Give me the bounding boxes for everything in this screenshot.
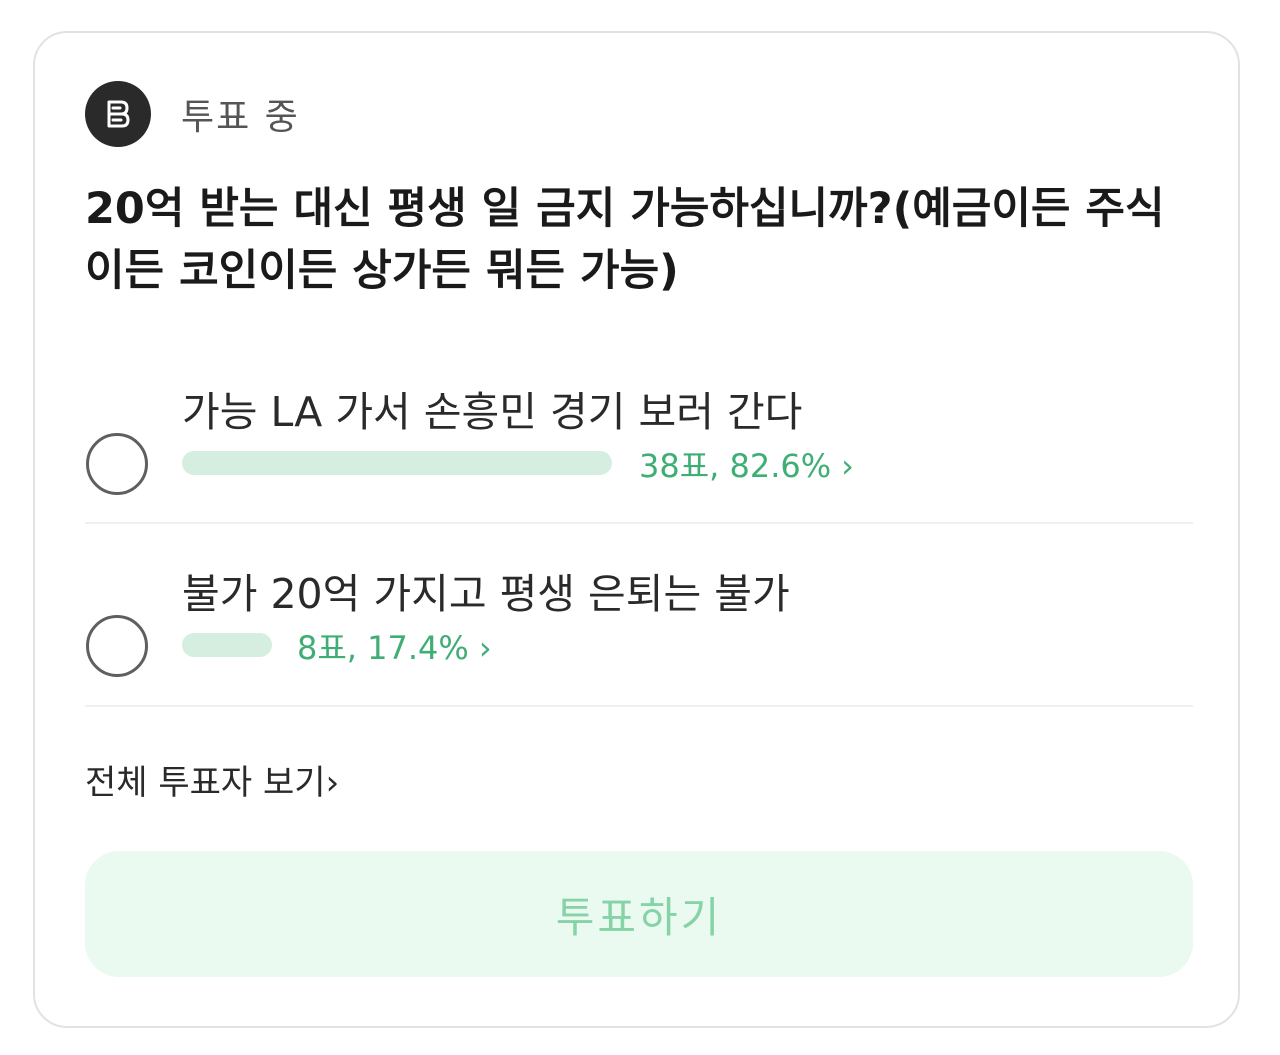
option-1-label: 가능 LA 가서 손흥민 경기 보러 간다 (182, 388, 803, 436)
poll-option-1[interactable]: 가능 LA 가서 손흥민 경기 보러 간다 38표, 82.6% › (35, 363, 1242, 513)
poll-question: 20억 받는 대신 평생 일 금지 가능하십니까?(예금이든 주식이든 코인이든… (85, 184, 1165, 296)
divider (85, 705, 1193, 707)
vote-button[interactable]: 투표하기 (85, 851, 1193, 977)
poll-header: 투표 중 (85, 81, 300, 147)
chevron-right-icon: › (841, 447, 854, 485)
poll-badge-icon (85, 81, 151, 147)
poll-status: 투표 중 (181, 97, 300, 138)
option-1-result-bar (182, 451, 612, 475)
option-1-result-text: 38표, 82.6% (639, 447, 832, 485)
poll-card: 투표 중 20억 받는 대신 평생 일 금지 가능하십니까?(예금이든 주식이든… (33, 31, 1240, 1028)
option-2-result-bar (182, 633, 272, 657)
divider (85, 522, 1193, 524)
option-2-label: 불가 20억 가지고 평생 은퇴는 불가 (182, 570, 790, 618)
option-2-radio[interactable] (86, 615, 148, 677)
option-1-radio[interactable] (86, 433, 148, 495)
option-2-result-text: 8표, 17.4% (297, 629, 469, 667)
option-2-result[interactable]: 8표, 17.4% › (297, 623, 492, 669)
view-all-voters-link[interactable]: 전체 투표자 보기› (85, 755, 339, 804)
poll-option-2[interactable]: 불가 20억 가지고 평생 은퇴는 불가 8표, 17.4% › (35, 545, 1242, 695)
chevron-right-icon: › (478, 629, 492, 667)
chevron-right-icon: › (325, 763, 340, 803)
view-all-voters-label: 전체 투표자 보기 (85, 763, 326, 803)
option-1-result[interactable]: 38표, 82.6% › (639, 441, 854, 487)
